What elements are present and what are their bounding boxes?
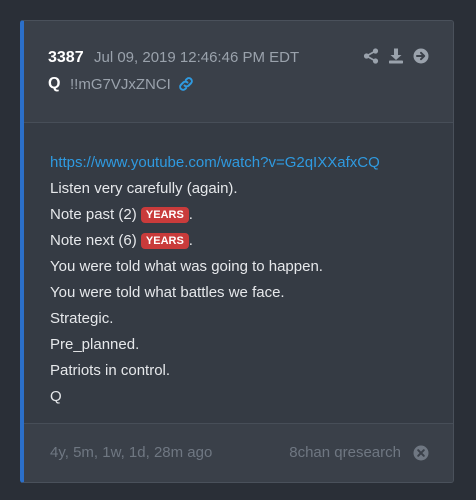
body-line: Listen very carefully (again). [50, 180, 238, 197]
body-line: You were told what was going to happen. [50, 258, 323, 275]
post-card: 3387 Jul 09, 2019 12:46:46 PM EDT Q !!mG… [20, 20, 454, 483]
years-badge: YEARS [140, 233, 189, 249]
body-line: Strategic. [50, 310, 114, 327]
body-line: Patriots in control. [50, 362, 171, 379]
body-text: Note past (2) [50, 206, 137, 223]
body-line: Note next (6) YEARS. [50, 228, 443, 254]
post-header: 3387 Jul 09, 2019 12:46:46 PM EDT Q !!mG… [24, 21, 453, 123]
post-body: https://www.youtube.com/watch?v=G2qIXXaf… [50, 150, 443, 410]
post-footer: 4y, 5m, 1w, 1d, 28m ago 8chan qresearch [24, 423, 453, 482]
post-id: 3387 [48, 49, 84, 66]
years-badge: YEARS [140, 207, 189, 223]
post-age: 4y, 5m, 1w, 1d, 28m ago [50, 444, 213, 461]
post-tripcode: !!mG7VJxZNCI [70, 76, 171, 93]
post-source: 8chan qresearch [289, 444, 401, 461]
body-line: https://www.youtube.com/watch?v=G2qIXXaf… [50, 150, 443, 176]
arrow-right-circle-icon[interactable] [413, 48, 429, 64]
youtube-link[interactable]: https://www.youtube.com/watch?v=G2qIXXaf… [50, 154, 380, 171]
close-circle-icon[interactable] [413, 445, 429, 461]
body-line: Q [50, 388, 62, 405]
body-text: . [188, 232, 193, 249]
body-text: . [188, 206, 193, 223]
link-icon[interactable] [177, 75, 195, 93]
post-timestamp: Jul 09, 2019 12:46:46 PM EDT [94, 49, 300, 66]
post-author: Q [48, 75, 61, 92]
body-line: You were told what battles we face. [50, 284, 285, 301]
post-actions [363, 48, 429, 64]
body-line: Pre_planned. [50, 336, 140, 353]
body-text: Note next (6) [50, 232, 137, 249]
download-icon[interactable] [388, 48, 404, 64]
body-line: Note past (2) YEARS. [50, 202, 443, 228]
share-icon[interactable] [363, 48, 379, 64]
